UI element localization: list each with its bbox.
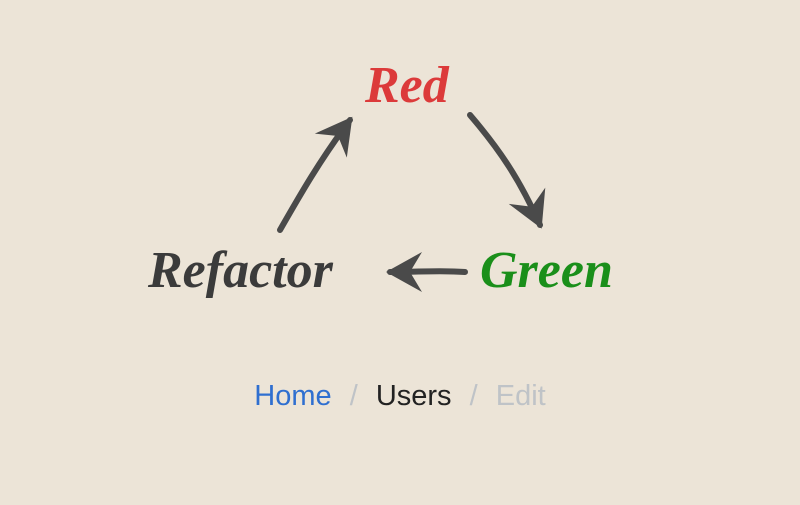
breadcrumb: Home / Users / Edit: [0, 380, 800, 413]
arrow-red-to-green: [470, 115, 540, 225]
breadcrumb-separator: /: [460, 380, 488, 412]
tdd-cycle-diagram: Red Green Refactor Home / Users / Edit: [0, 0, 800, 505]
breadcrumb-home[interactable]: Home: [254, 380, 331, 412]
breadcrumb-users: Users: [376, 380, 452, 412]
arrow-green-to-refactor: [390, 271, 465, 272]
arrow-refactor-to-red: [280, 120, 350, 230]
node-red: Red: [365, 60, 449, 112]
node-refactor: Refactor: [148, 245, 333, 297]
node-green: Green: [480, 245, 613, 297]
breadcrumb-edit: Edit: [496, 380, 546, 412]
breadcrumb-separator: /: [340, 380, 368, 412]
